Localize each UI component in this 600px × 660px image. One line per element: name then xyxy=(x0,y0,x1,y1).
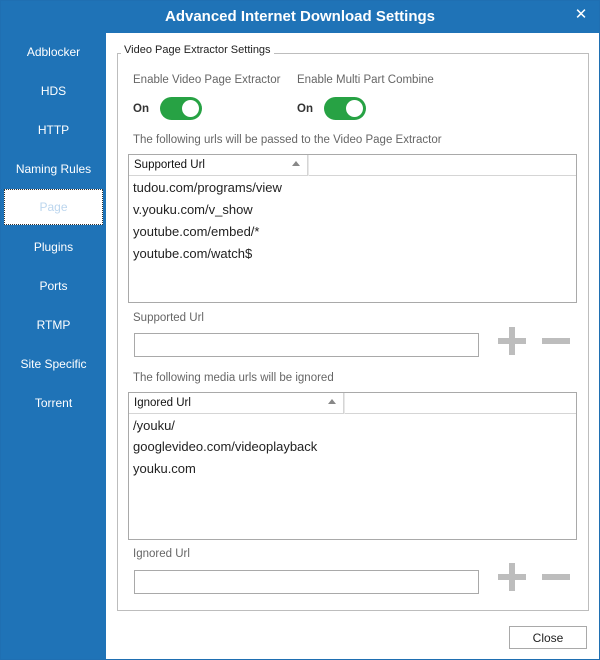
enable-multipart-label: Enable Multi Part Combine xyxy=(297,74,434,86)
add-ignored-url-button[interactable] xyxy=(498,563,526,591)
enable-multipart-state: On xyxy=(297,103,313,115)
enable-extractor-label: Enable Video Page Extractor xyxy=(133,74,281,86)
sidebar-item-plugins[interactable]: Plugins xyxy=(1,232,106,262)
sidebar-item-ports[interactable]: Ports xyxy=(1,271,106,301)
supported-url-input[interactable] xyxy=(134,333,479,357)
window-title: Advanced Internet Download Settings xyxy=(164,8,436,25)
column-header-label: Supported Url xyxy=(134,159,205,171)
supported-url-column-header[interactable]: Supported Url xyxy=(129,155,308,176)
column-header-label: Ignored Url xyxy=(134,397,191,409)
enable-extractor-state: On xyxy=(133,103,149,115)
column-header-filler xyxy=(344,393,576,414)
settings-window: Advanced Internet Download Settings ✕ Ad… xyxy=(0,0,600,660)
enable-multipart-toggle[interactable] xyxy=(324,97,366,120)
column-header-filler xyxy=(308,155,576,176)
sidebar-item-site-specific[interactable]: Site Specific xyxy=(1,349,106,379)
ignored-url-list[interactable]: Ignored Url /youku/ googlevideo.com/vide… xyxy=(128,392,577,540)
ignored-url-input-label: Ignored Url xyxy=(133,548,190,560)
supported-url-list[interactable]: Supported Url tudou.com/programs/view v.… xyxy=(128,154,577,303)
sidebar: Adblocker HDS HTTP Naming Rules Page Plu… xyxy=(1,33,106,659)
close-icon[interactable]: ✕ xyxy=(573,7,589,23)
remove-supported-url-button[interactable] xyxy=(542,327,570,355)
supported-url-input-label: Supported Url xyxy=(133,312,204,324)
list-item[interactable]: tudou.com/programs/view xyxy=(133,180,282,195)
group-legend: Video Page Extractor Settings xyxy=(121,44,274,56)
sidebar-item-hds[interactable]: HDS xyxy=(1,76,106,106)
add-supported-url-button[interactable] xyxy=(498,327,526,355)
close-button[interactable]: Close xyxy=(509,626,587,649)
supported-urls-caption: The following urls will be passed to the… xyxy=(133,134,442,146)
list-item[interactable]: youtube.com/embed/* xyxy=(133,224,259,239)
sidebar-item-naming-rules[interactable]: Naming Rules xyxy=(1,154,106,184)
remove-ignored-url-button[interactable] xyxy=(542,563,570,591)
enable-extractor-toggle[interactable] xyxy=(160,97,202,120)
ignored-urls-caption: The following media urls will be ignored xyxy=(133,372,334,384)
sort-ascending-icon xyxy=(328,399,336,404)
sidebar-item-http[interactable]: HTTP xyxy=(1,115,106,145)
list-header: Supported Url xyxy=(129,155,576,176)
sidebar-item-page[interactable]: Page xyxy=(4,189,103,225)
list-item[interactable]: googlevideo.com/videoplayback xyxy=(133,439,317,454)
title-bar: Advanced Internet Download Settings ✕ xyxy=(1,1,599,33)
list-item[interactable]: v.youku.com/v_show xyxy=(133,202,253,217)
sidebar-item-torrent[interactable]: Torrent xyxy=(1,388,106,418)
sidebar-item-adblocker[interactable]: Adblocker xyxy=(1,37,106,67)
ignored-url-column-header[interactable]: Ignored Url xyxy=(129,393,344,414)
list-header: Ignored Url xyxy=(129,393,576,414)
toggle-knob xyxy=(346,100,363,117)
ignored-url-input[interactable] xyxy=(134,570,479,594)
sort-ascending-icon xyxy=(292,161,300,166)
sidebar-item-rtmp[interactable]: RTMP xyxy=(1,310,106,340)
list-item[interactable]: /youku/ xyxy=(133,418,175,433)
list-item[interactable]: youtube.com/watch$ xyxy=(133,246,252,261)
list-item[interactable]: youku.com xyxy=(133,461,196,476)
toggle-knob xyxy=(182,100,199,117)
